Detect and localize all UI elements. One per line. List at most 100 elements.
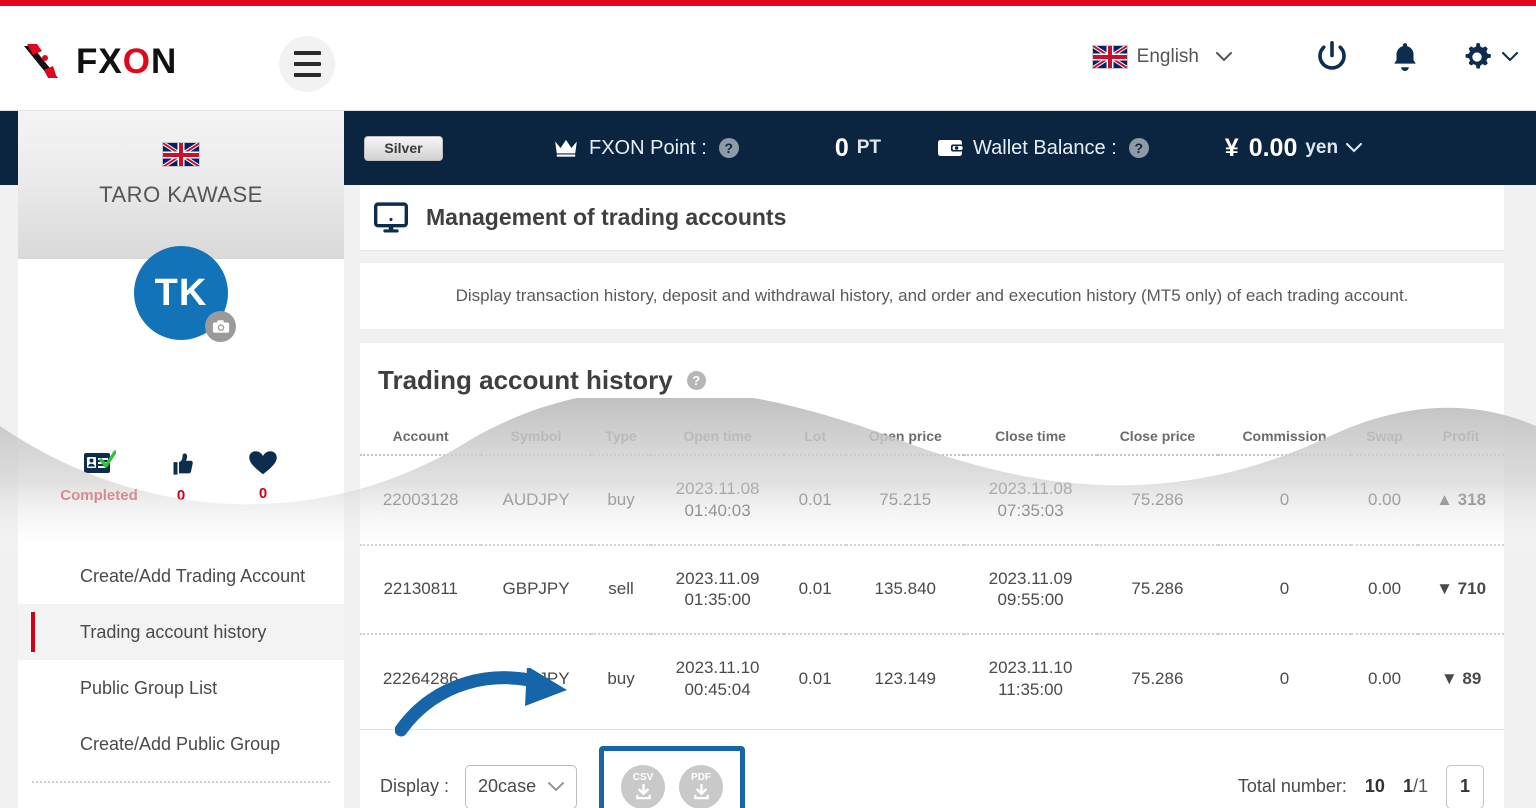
stat-favorites-label: 0 [258, 485, 268, 502]
chevron-down-icon [1502, 52, 1518, 62]
hamburger-menu-icon[interactable] [279, 36, 335, 92]
logo-text-accent: O [122, 42, 151, 81]
column-header-close-price[interactable]: Close price [1097, 424, 1218, 455]
cell-profit-value: 318 [1457, 489, 1487, 509]
sidebar-item-public-group-list[interactable]: Public Group List [18, 660, 344, 716]
display-count-label: Display : [380, 776, 450, 796]
column-header-symbol[interactable]: Symbol [481, 424, 591, 455]
sidebar-item-create-trading-account[interactable]: Create/Add Trading Account [18, 548, 344, 604]
download-csv-button[interactable]: CSV [621, 764, 666, 808]
column-header-open-time[interactable]: Open time [651, 424, 784, 455]
cell-open-clock: 00:45:04 [684, 679, 751, 699]
bell-icon[interactable] [1388, 40, 1422, 74]
sidebar-divider [32, 781, 330, 783]
help-icon[interactable]: ? [1128, 138, 1149, 158]
gear-icon[interactable] [1460, 40, 1518, 74]
page-indicator: 1/1 [1402, 776, 1428, 796]
help-icon[interactable]: ? [718, 138, 739, 158]
column-header-swap[interactable]: Swap [1351, 424, 1418, 455]
camera-icon[interactable] [205, 311, 236, 342]
wallet-balance-value-group[interactable]: ¥ 0.00 yen [1225, 133, 1363, 163]
cell-symbol: AUDJPY [502, 668, 570, 688]
id-verified-icon [84, 450, 116, 473]
fxon-logo[interactable]: FXON [18, 38, 177, 86]
stat-verification[interactable]: Completed [58, 449, 140, 504]
chevron-down-icon [1346, 143, 1363, 153]
column-header-open-price[interactable]: Open price [846, 424, 964, 455]
cell-open-date: 2023.11.09 [675, 568, 760, 588]
help-icon[interactable]: ? [686, 371, 706, 390]
cell-close-time: 2023.11.09 09:55:00 [964, 545, 1097, 635]
cell-open-price: 135.840 [874, 579, 936, 599]
avatar[interactable]: TK [134, 246, 236, 342]
wallet-balance-label: Wallet Balance : [973, 136, 1117, 159]
profit-up-arrow-icon: ▲ [1436, 489, 1453, 509]
table-row[interactable]: 22003128 AUDJPY buy 2023.11.08 01:40:03 … [360, 455, 1504, 545]
table-header-row: Account Symbol Type Open time Lot Open p… [360, 424, 1504, 455]
column-header-commission[interactable]: Commission [1218, 424, 1351, 455]
sidebar: TARO KAWASE TK Completed 0 0 Create/Add … [18, 111, 344, 808]
sidebar-item-label: Trading account history [80, 621, 267, 642]
total-number-value: 10 [1364, 776, 1385, 796]
table-body: 22003128 AUDJPY buy 2023.11.08 01:40:03 … [360, 455, 1504, 723]
cell-profit-value: 710 [1457, 579, 1487, 599]
display-count-select[interactable]: 20case [465, 764, 578, 808]
cell-commission: 0 [1279, 489, 1290, 509]
wallet-balance-value: 0.00 [1248, 133, 1298, 162]
cell-swap: 0.00 [1367, 489, 1402, 509]
cell-profit-value: 89 [1462, 668, 1482, 688]
column-header-account[interactable]: Account [360, 424, 481, 455]
page-header: Management of trading accounts [360, 185, 1504, 251]
sidebar-stats: Completed 0 0 [18, 449, 344, 504]
sidebar-item-trading-account-history[interactable]: Trading account history [18, 604, 344, 660]
burger-bar [293, 51, 321, 55]
logo-text-fx: FX [76, 42, 123, 81]
total-number-label: Total number: [1237, 776, 1347, 796]
download-pdf-button[interactable]: PDF [679, 764, 724, 808]
cell-close-time: 2023.11.08 07:35:03 [964, 455, 1097, 545]
table-row[interactable]: 22130811 GBPJPY sell 2023.11.09 01:35:00… [360, 544, 1504, 635]
language-label: English [1136, 46, 1199, 67]
header-actions: English [1091, 39, 1518, 75]
sidebar-item-position-management[interactable]: Position Management [18, 792, 344, 808]
stat-favorites[interactable]: 0 [222, 449, 304, 504]
power-icon[interactable] [1314, 39, 1350, 75]
download-icon [693, 784, 709, 800]
export-buttons-highlight: CSV PDF [599, 745, 746, 808]
monitor-icon [374, 201, 408, 232]
language-selector[interactable]: English [1091, 45, 1232, 69]
page-button-1[interactable]: 1 [1446, 764, 1484, 808]
wallet-currency-unit: yen [1305, 137, 1339, 158]
page-description-text: Display transaction history, deposit and… [455, 286, 1409, 305]
crown-icon [555, 139, 577, 157]
heart-icon [249, 451, 277, 475]
fxon-logo-text: FXON [76, 42, 177, 82]
download-icon [635, 784, 651, 800]
column-header-lot[interactable]: Lot [784, 424, 846, 455]
cell-symbol: AUDJPY [502, 489, 570, 509]
section-header: Trading account history ? [360, 343, 1504, 396]
profit-down-arrow-icon: ▼ [1436, 579, 1453, 599]
main-content: Management of trading accounts Display t… [344, 185, 1520, 808]
stat-likes[interactable]: 0 [140, 449, 222, 504]
table-row[interactable]: 22264286 AUDJPY buy 2023.11.10 00:45:04 … [360, 634, 1504, 723]
cell-swap: 0.00 [1367, 579, 1402, 599]
column-header-type[interactable]: Type [591, 424, 651, 455]
cell-close-clock: 07:35:03 [997, 500, 1064, 520]
cell-type: buy [607, 668, 635, 688]
cell-close-date: 2023.11.10 [988, 658, 1073, 677]
cell-close-clock: 11:35:00 [998, 679, 1063, 699]
cell-open-price: 75.215 [879, 489, 932, 509]
thumbs-up-icon [173, 453, 193, 475]
cell-swap: 0.00 [1367, 668, 1402, 688]
cell-close-price: 75.286 [1131, 668, 1184, 688]
stat-likes-label: 0 [176, 487, 186, 504]
column-header-close-time[interactable]: Close time [964, 424, 1097, 455]
column-header-profit[interactable]: Profit [1418, 424, 1504, 455]
cell-open-date: 2023.11.10 [675, 658, 760, 677]
stat-verification-label: Completed [60, 487, 138, 504]
cell-open-time: 2023.11.10 00:45:04 [651, 634, 784, 723]
app-header: FXON English [0, 6, 1536, 111]
cell-open-clock: 01:40:03 [684, 500, 751, 520]
sidebar-item-create-public-group[interactable]: Create/Add Public Group [18, 716, 344, 772]
